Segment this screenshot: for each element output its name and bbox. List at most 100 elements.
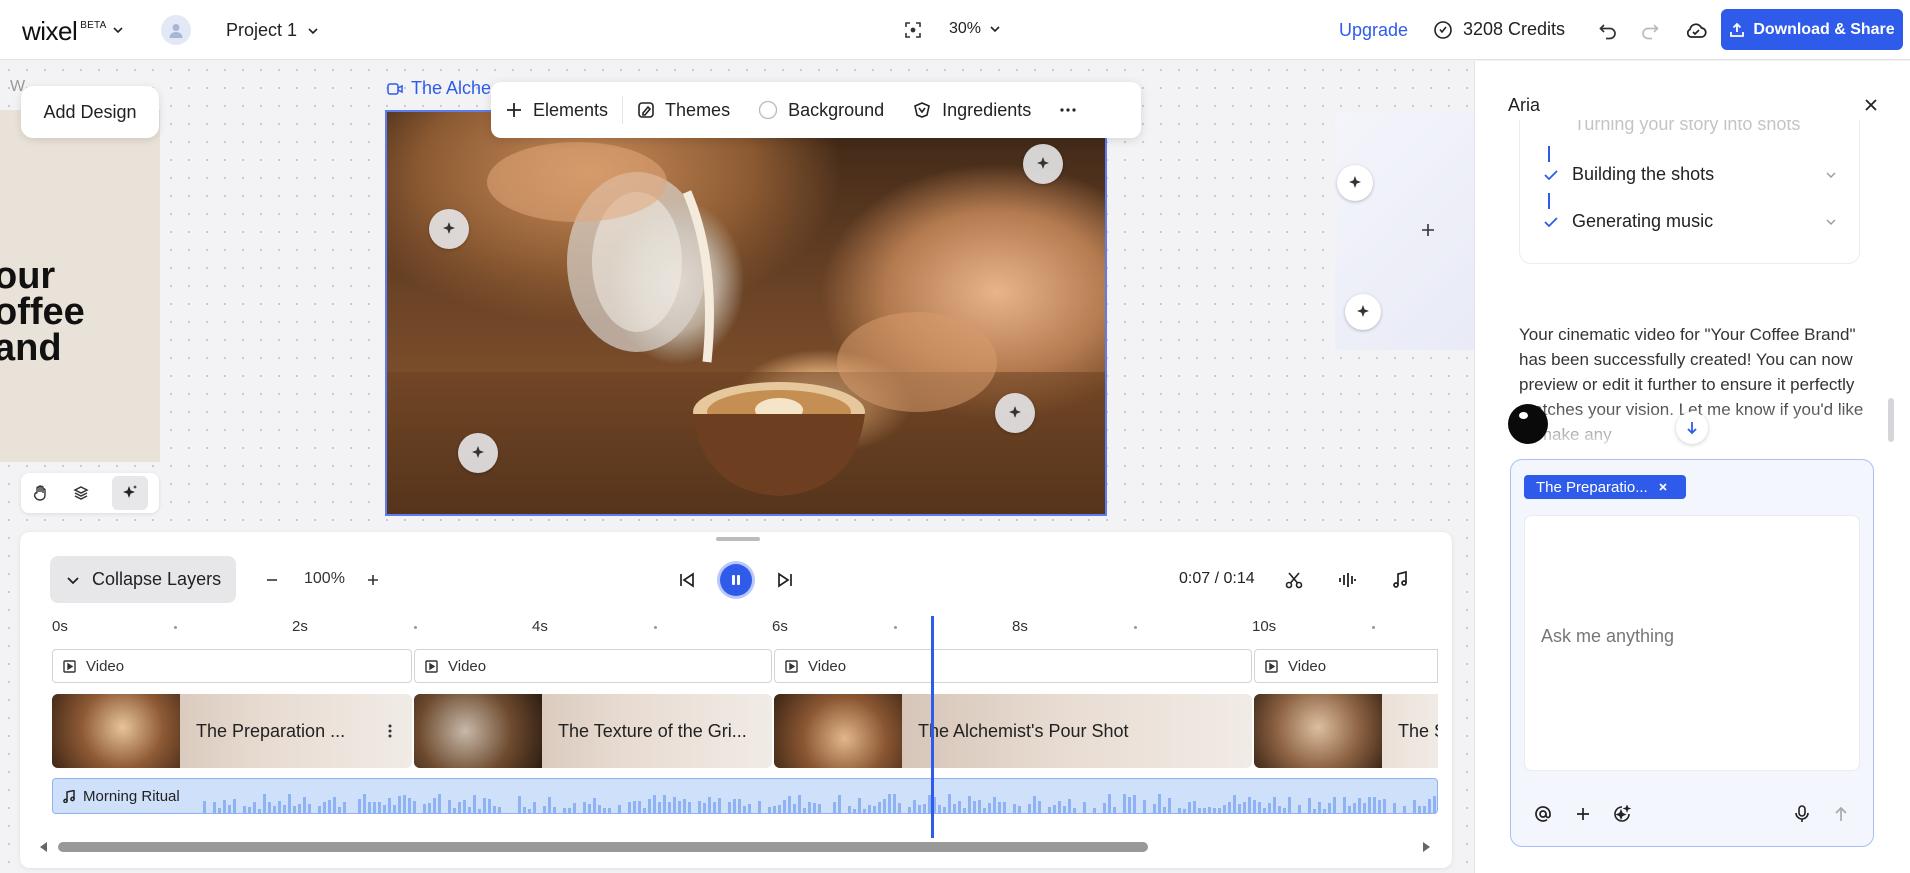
upgrade-link[interactable]: Upgrade <box>1339 20 1408 41</box>
ai-spark-button[interactable] <box>1345 294 1381 330</box>
canvas-tools <box>21 473 159 513</box>
music-icon[interactable] <box>1388 568 1412 592</box>
skip-forward-icon[interactable] <box>773 568 797 592</box>
waveform-bar <box>968 796 971 813</box>
more-options-icon[interactable] <box>1045 101 1091 119</box>
microphone-icon[interactable] <box>1791 803 1813 825</box>
themes-button[interactable]: Themes <box>623 100 744 121</box>
chip-close-icon[interactable] <box>1658 482 1668 492</box>
ai-spark-button[interactable] <box>995 393 1035 433</box>
waveform-bar <box>298 804 301 813</box>
audio-track[interactable]: Morning Ritual <box>52 778 1438 814</box>
mention-icon[interactable] <box>1532 803 1554 825</box>
waveform-bar <box>568 808 571 813</box>
logo[interactable]: wixel BETA <box>22 16 124 47</box>
fit-screen-icon[interactable] <box>902 19 924 41</box>
video-track-segment[interactable]: Video <box>414 649 772 683</box>
close-icon[interactable] <box>1860 94 1882 116</box>
waveform-bar <box>893 794 896 813</box>
video-track-segment[interactable]: Video <box>52 649 412 683</box>
scene-clip[interactable]: The Texture of the Gri... <box>414 694 772 768</box>
waveform-bar <box>1108 794 1111 813</box>
ai-enhance-icon[interactable] <box>1611 803 1633 825</box>
elements-button[interactable]: Elements <box>491 100 622 121</box>
waveform-bar <box>553 807 556 813</box>
background-button[interactable]: Background <box>744 100 898 121</box>
waveform-bar <box>793 804 796 813</box>
resize-handle[interactable] <box>716 537 760 541</box>
waveform-bar <box>798 795 801 813</box>
waveform-bar <box>648 799 651 813</box>
cloud-save-icon[interactable] <box>1682 17 1710 45</box>
waveform-icon[interactable] <box>1335 568 1359 592</box>
horizontal-scrollbar[interactable] <box>58 842 1148 852</box>
add-attachment-icon[interactable] <box>1572 803 1594 825</box>
waveform-bar <box>663 795 666 813</box>
waveform-bar <box>853 809 856 813</box>
add-design-button[interactable]: Add Design <box>21 86 159 138</box>
scene-clip[interactable]: The Alchemist's Pour Shot <box>774 694 1252 768</box>
redo-icon[interactable] <box>1638 19 1662 43</box>
waveform-bar <box>1323 809 1326 813</box>
waveform-bar <box>573 803 576 813</box>
zoom-in-icon[interactable] <box>363 570 383 590</box>
video-track-icon <box>785 659 798 673</box>
waveform-bar <box>748 804 751 813</box>
waveform-bar <box>838 795 841 813</box>
undo-icon[interactable] <box>1596 19 1620 43</box>
frame-title[interactable]: The Alche <box>387 78 491 99</box>
skip-back-icon[interactable] <box>675 568 699 592</box>
scene-clip[interactable]: The S <box>1254 694 1438 768</box>
zoom-out-icon[interactable] <box>262 570 282 590</box>
waveform-bar <box>1318 802 1321 813</box>
waveform-bar <box>1368 797 1371 813</box>
panel-scrollbar[interactable] <box>1888 398 1894 442</box>
add-frame-icon[interactable] <box>1418 220 1438 240</box>
step-item[interactable]: Building the shots <box>1544 164 1836 185</box>
waveform-bar <box>943 807 946 813</box>
ai-spark-button[interactable] <box>1023 144 1063 184</box>
video-track-segment[interactable]: Video <box>1254 649 1438 683</box>
waveform-bar <box>1158 794 1161 813</box>
playhead[interactable] <box>931 616 934 838</box>
waveform-bar <box>583 802 586 813</box>
waveform-bar <box>1258 802 1261 813</box>
ruler-minor-tick <box>654 626 657 629</box>
scroll-down-button[interactable] <box>1676 412 1708 444</box>
avatar[interactable] <box>161 15 191 45</box>
waveform-bar <box>863 809 866 813</box>
waveform-bar <box>653 795 656 813</box>
step-item[interactable]: Generating music <box>1544 211 1836 232</box>
video-track-segment[interactable]: Video <box>774 649 1252 683</box>
ai-magic-icon[interactable] <box>112 476 148 510</box>
clip-menu-icon[interactable] <box>380 694 392 768</box>
split-icon[interactable] <box>1282 568 1306 592</box>
layers-icon[interactable] <box>72 484 90 502</box>
waveform-bar <box>593 798 596 813</box>
scroll-right-icon[interactable] <box>1420 840 1432 854</box>
waveform-bar <box>1358 798 1361 813</box>
download-share-button[interactable]: Download & Share <box>1721 9 1903 50</box>
pause-button[interactable] <box>720 564 752 596</box>
scroll-left-icon[interactable] <box>38 840 50 854</box>
scene-clip[interactable]: The Preparation ... <box>52 694 412 768</box>
project-selector[interactable]: Project 1 <box>226 20 319 41</box>
chat-input[interactable] <box>1541 626 1841 647</box>
pause-icon <box>729 573 743 587</box>
ai-spark-button[interactable] <box>1337 165 1373 201</box>
collapse-layers-button[interactable]: Collapse Layers <box>50 556 236 603</box>
credits-display[interactable]: 3208 Credits <box>1433 19 1565 40</box>
waveform-bar <box>678 801 681 813</box>
waveform-bar <box>428 803 431 813</box>
ai-spark-button[interactable] <box>458 433 498 473</box>
waveform-bar <box>918 805 921 813</box>
context-chip[interactable]: The Preparatio... <box>1524 475 1686 499</box>
ai-spark-button[interactable] <box>429 209 469 249</box>
zoom-selector[interactable]: 30% <box>949 20 1001 38</box>
hand-icon[interactable] <box>32 484 50 502</box>
send-arrow-icon[interactable] <box>1830 803 1852 825</box>
ingredients-button[interactable]: Ingredients <box>898 100 1045 121</box>
waveform-bar <box>963 808 966 813</box>
chat-input-area[interactable] <box>1524 515 1860 771</box>
waveform-bar <box>438 794 441 813</box>
